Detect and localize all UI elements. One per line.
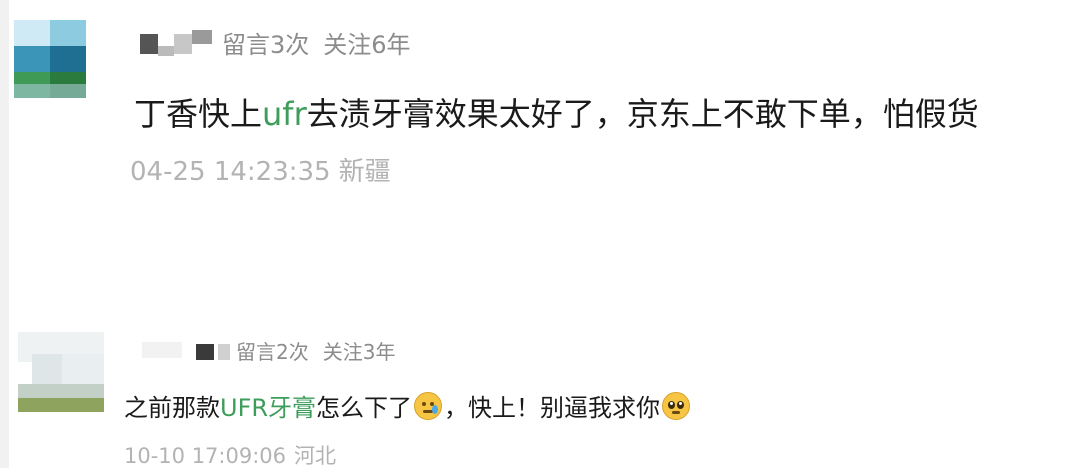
highlight-keyword[interactable]: UFR牙膏 xyxy=(220,394,316,422)
content-text: ，快上！别逼我求你 xyxy=(444,394,661,422)
message-count: 留言2次 xyxy=(236,339,309,364)
comment-footer: 04-25 14:23:35 新疆 xyxy=(130,152,391,192)
masked-username[interactable] xyxy=(136,334,230,366)
comment-footer: 10-10 17:09:06 河北 xyxy=(124,438,336,474)
content-text: 丁香快上 xyxy=(134,95,263,133)
crying-face-icon xyxy=(414,392,443,420)
avatar[interactable] xyxy=(18,332,104,412)
comment-meta: 留言3次 关注6年 xyxy=(136,24,411,60)
comment-content: 丁香快上ufr去渍牙膏效果太好了，京东上不敢下单，怕假货 xyxy=(134,92,979,136)
pleading-face-icon xyxy=(662,392,691,420)
avatar[interactable] xyxy=(14,20,86,98)
follow-duration: 关注6年 xyxy=(323,30,411,59)
content-text: 去渍牙膏效果太好了，京东上不敢下单，怕假货 xyxy=(306,95,979,133)
location: 新疆 xyxy=(338,157,391,187)
timestamp: 10-10 17:09:06 xyxy=(124,444,287,468)
location: 河北 xyxy=(294,444,337,468)
left-rail xyxy=(0,0,9,468)
content-text: 之前那款 xyxy=(124,394,220,422)
masked-username[interactable] xyxy=(136,24,216,60)
message-count: 留言3次 xyxy=(222,30,310,59)
content-text: 怎么下了 xyxy=(316,394,413,422)
follow-duration: 关注3年 xyxy=(322,339,396,364)
timestamp: 04-25 14:23:35 xyxy=(130,157,331,187)
highlight-keyword[interactable]: ufr xyxy=(262,95,307,133)
comment-content: 之前那款UFR牙膏怎么下了 ，快上！别逼我求你 xyxy=(124,390,692,426)
comment-meta: 留言2次 关注3年 xyxy=(136,334,395,366)
